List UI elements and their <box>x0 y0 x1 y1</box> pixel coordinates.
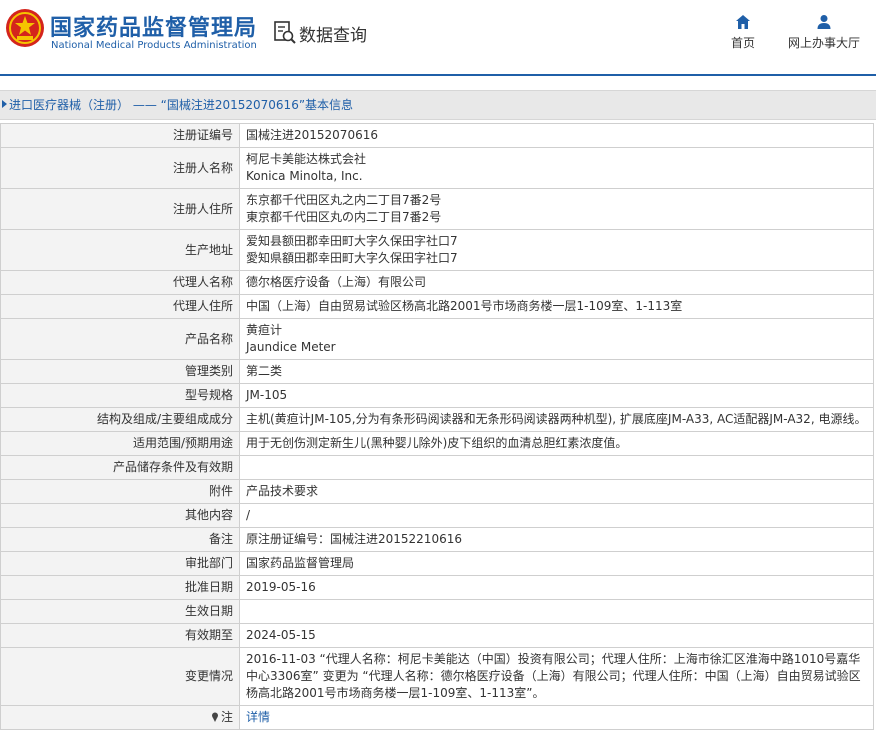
table-row: 适用范围/预期用途 用于无创伤测定新生儿(黑种婴儿除外)皮下组织的血清总胆红素浓度… <box>0 431 874 456</box>
row-label: 注册人名称 <box>0 147 240 189</box>
table-row: 代理人住所 中国（上海）自由贸易试验区杨高北路2001号市场商务楼一层1-109室… <box>0 294 874 319</box>
row-value: 2024-05-15 <box>239 623 874 648</box>
row-value: 原注册证编号：国械注进20152210616 <box>239 527 874 552</box>
table-row: 产品储存条件及有效期 <box>0 455 874 480</box>
table-row: 其他内容 / <box>0 503 874 528</box>
breadcrumb: 进口医疗器械（注册） —— “国械注进20152070616”基本信息 <box>0 90 876 120</box>
row-label: 产品储存条件及有效期 <box>0 455 240 480</box>
row-value: 主机(黄疸计JM-105,分为有条形码阅读器和无条形码阅读器两种机型), 扩展底… <box>239 407 874 432</box>
row-label: 结构及组成/主要组成成分 <box>0 407 240 432</box>
row-value: 用于无创伤测定新生儿(黑种婴儿除外)皮下组织的血清总胆红素浓度值。 <box>239 431 874 456</box>
table-row: 有效期至 2024-05-15 <box>0 623 874 648</box>
nav-hall-label: 网上办事大厅 <box>787 36 860 50</box>
table-row: 变更情况 2016-11-03 “代理人名称：柯尼卡美能达（中国）投资有限公司；代… <box>0 647 874 706</box>
row-value <box>239 455 874 480</box>
breadcrumb-text: 进口医疗器械（注册） —— “国械注进20152070616”基本信息 <box>9 98 354 112</box>
row-value: 第二类 <box>239 359 874 384</box>
user-icon <box>817 15 831 29</box>
row-label: 注册证编号 <box>0 123 240 148</box>
row-value: 爱知县额田郡幸田町大字久保田字社口7 愛知県額田郡幸田町大字久保田字社口7 <box>239 229 874 271</box>
row-value: / <box>239 503 874 528</box>
table-row: 代理人名称 德尔格医疗设备（上海）有限公司 <box>0 270 874 295</box>
nav-online-service-hall[interactable]: 网上办事大厅 <box>786 14 862 51</box>
row-value: 柯尼卡美能达株式会社 Konica Minolta, Inc. <box>239 147 874 189</box>
triangle-right-icon <box>2 100 7 108</box>
search-icon <box>274 21 296 44</box>
row-label: 批准日期 <box>0 575 240 600</box>
row-value: 德尔格医疗设备（上海）有限公司 <box>239 270 874 295</box>
site-header: 国家药品监督管理局 National Medical Products Admi… <box>0 0 876 76</box>
pin-icon <box>211 712 218 722</box>
nav-home-label: 首页 <box>730 36 755 50</box>
row-value: 东京都千代田区丸之内二丁目7番2号 東京都千代田区丸の内二丁目7番2号 <box>239 188 874 230</box>
row-label: 审批部门 <box>0 551 240 576</box>
row-label: 生产地址 <box>0 229 240 271</box>
brand-title[interactable]: 国家药品监督管理局 <box>50 10 257 42</box>
row-label: 其他内容 <box>0 503 240 528</box>
row-label: 有效期至 <box>0 623 240 648</box>
row-value: 国家药品监督管理局 <box>239 551 874 576</box>
table-row: 批准日期 2019-05-16 <box>0 575 874 600</box>
row-label: 适用范围/预期用途 <box>0 431 240 456</box>
row-value: 2019-05-16 <box>239 575 874 600</box>
table-row: 注册人名称 柯尼卡美能达株式会社 Konica Minolta, Inc. <box>0 147 874 189</box>
row-label: 型号规格 <box>0 383 240 408</box>
row-value <box>239 599 874 624</box>
row-label: 变更情况 <box>0 647 240 706</box>
home-icon <box>736 15 750 29</box>
row-label: 注册人住所 <box>0 188 240 230</box>
row-label: 管理类别 <box>0 359 240 384</box>
table-row: 附件 产品技术要求 <box>0 479 874 504</box>
row-label: 注 <box>0 705 240 730</box>
row-label: 附件 <box>0 479 240 504</box>
table-row: 生效日期 <box>0 599 874 624</box>
device-info-table: 注册证编号 国械注进20152070616 注册人名称 柯尼卡美能达株式会社 Koni… <box>0 123 874 730</box>
data-search-link[interactable]: 数据查询 <box>273 20 367 46</box>
row-label: 产品名称 <box>0 318 240 360</box>
table-row: 产品名称 黄疸计 Jaundice Meter <box>0 318 874 360</box>
national-emblem-icon <box>6 9 44 47</box>
row-value: 2016-11-03 “代理人名称：柯尼卡美能达（中国）投资有限公司；代理人住所… <box>239 647 874 706</box>
table-row: 结构及组成/主要组成成分 主机(黄疸计JM-105,分为有条形码阅读器和无条形码阅… <box>0 407 874 432</box>
row-value: 详情 <box>239 705 874 730</box>
table-row: 注册人住所 东京都千代田区丸之内二丁目7番2号 東京都千代田区丸の内二丁目7番2号 <box>0 188 874 230</box>
table-row: 注册证编号 国械注进20152070616 <box>0 123 874 148</box>
row-value: 产品技术要求 <box>239 479 874 504</box>
row-value: 中国（上海）自由贸易试验区杨高北路2001号市场商务楼一层1-109室、1-11… <box>239 294 874 319</box>
row-label: 代理人名称 <box>0 270 240 295</box>
table-row: 备注 原注册证编号：国械注进20152210616 <box>0 527 874 552</box>
row-value: 国械注进20152070616 <box>239 123 874 148</box>
row-label: 备注 <box>0 527 240 552</box>
search-label: 数据查询 <box>299 25 367 46</box>
row-value: 黄疸计 Jaundice Meter <box>239 318 874 360</box>
details-link[interactable]: 详情 <box>246 710 270 724</box>
table-row: 审批部门 国家药品监督管理局 <box>0 551 874 576</box>
table-row: 管理类别 第二类 <box>0 359 874 384</box>
nav-home[interactable]: 首页 <box>728 14 758 51</box>
row-label: 代理人住所 <box>0 294 240 319</box>
table-row: 生产地址 爱知县额田郡幸田町大字久保田字社口7 愛知県額田郡幸田町大字久保田字社口… <box>0 229 874 271</box>
brand-subtitle[interactable]: National Medical Products Administration <box>51 40 257 51</box>
row-label: 生效日期 <box>0 599 240 624</box>
row-value: JM-105 <box>239 383 874 408</box>
table-row: 注 详情 <box>0 705 874 730</box>
table-row: 型号规格 JM-105 <box>0 383 874 408</box>
